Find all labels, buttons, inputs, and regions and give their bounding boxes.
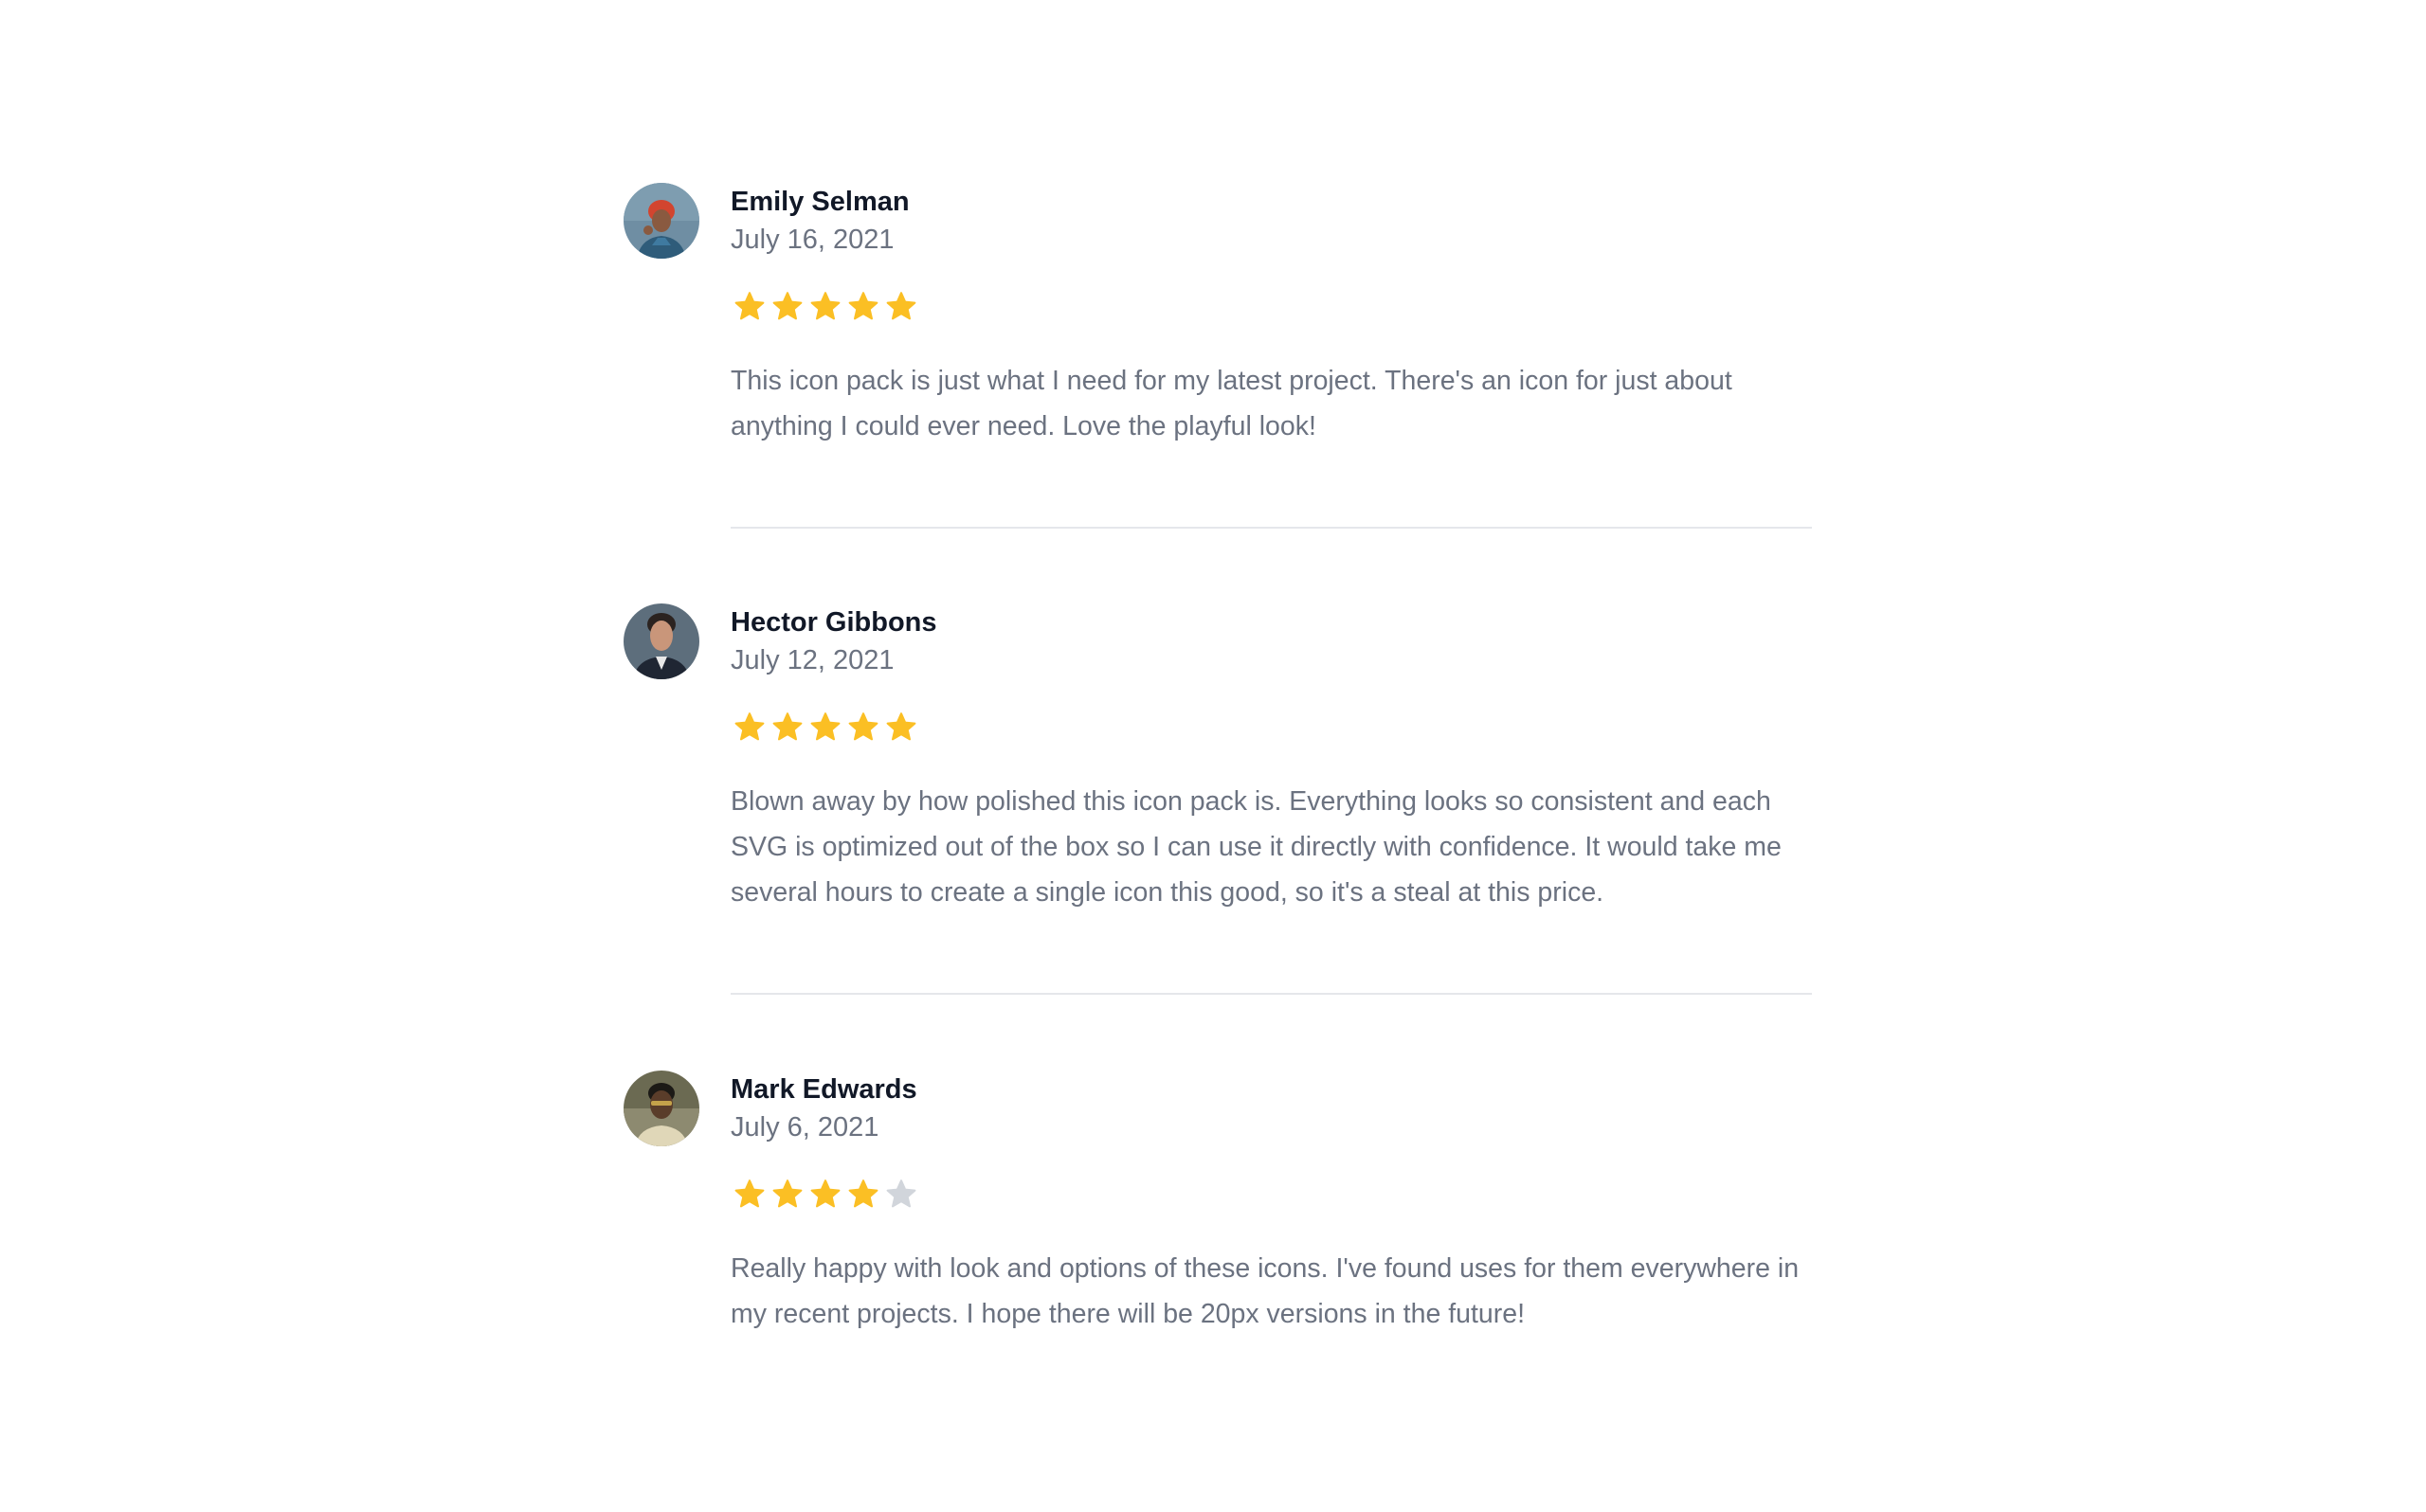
star-icon	[731, 1176, 769, 1214]
avatar	[624, 1071, 699, 1146]
star-icon	[882, 288, 920, 326]
review-date: July 16, 2021	[731, 225, 895, 255]
star-icon	[806, 288, 844, 326]
review-divider	[731, 527, 1812, 529]
avatar-mark-icon	[624, 1071, 699, 1146]
review-text: Blown away by how polished this icon pac…	[731, 786, 1782, 908]
avatar	[624, 183, 699, 259]
review-date: July 6, 2021	[731, 1112, 879, 1143]
star-icon	[882, 1176, 920, 1214]
avatar	[624, 603, 699, 679]
star-icon	[731, 288, 769, 326]
reviewer-name: Hector Gibbons	[731, 607, 937, 638]
star-icon	[882, 709, 920, 747]
rating-stars	[731, 288, 920, 326]
star-icon	[806, 709, 844, 747]
star-icon	[844, 1176, 882, 1214]
star-icon	[844, 288, 882, 326]
star-icon	[769, 709, 806, 747]
star-icon	[769, 288, 806, 326]
avatar-emily-icon	[624, 183, 699, 259]
review-text: This icon pack is just what I need for m…	[731, 366, 1732, 441]
star-icon	[806, 1176, 844, 1214]
star-icon	[731, 709, 769, 747]
star-icon	[769, 1176, 806, 1214]
star-icon	[844, 709, 882, 747]
rating-stars	[731, 709, 920, 747]
review-date: July 12, 2021	[731, 645, 895, 675]
review-text: Really happy with look and options of th…	[731, 1253, 1800, 1329]
reviewer-name: Emily Selman	[731, 187, 910, 217]
avatar-hector-icon	[624, 603, 699, 679]
review-divider	[731, 993, 1812, 995]
rating-stars	[731, 1176, 920, 1214]
reviewer-name: Mark Edwards	[731, 1074, 917, 1105]
